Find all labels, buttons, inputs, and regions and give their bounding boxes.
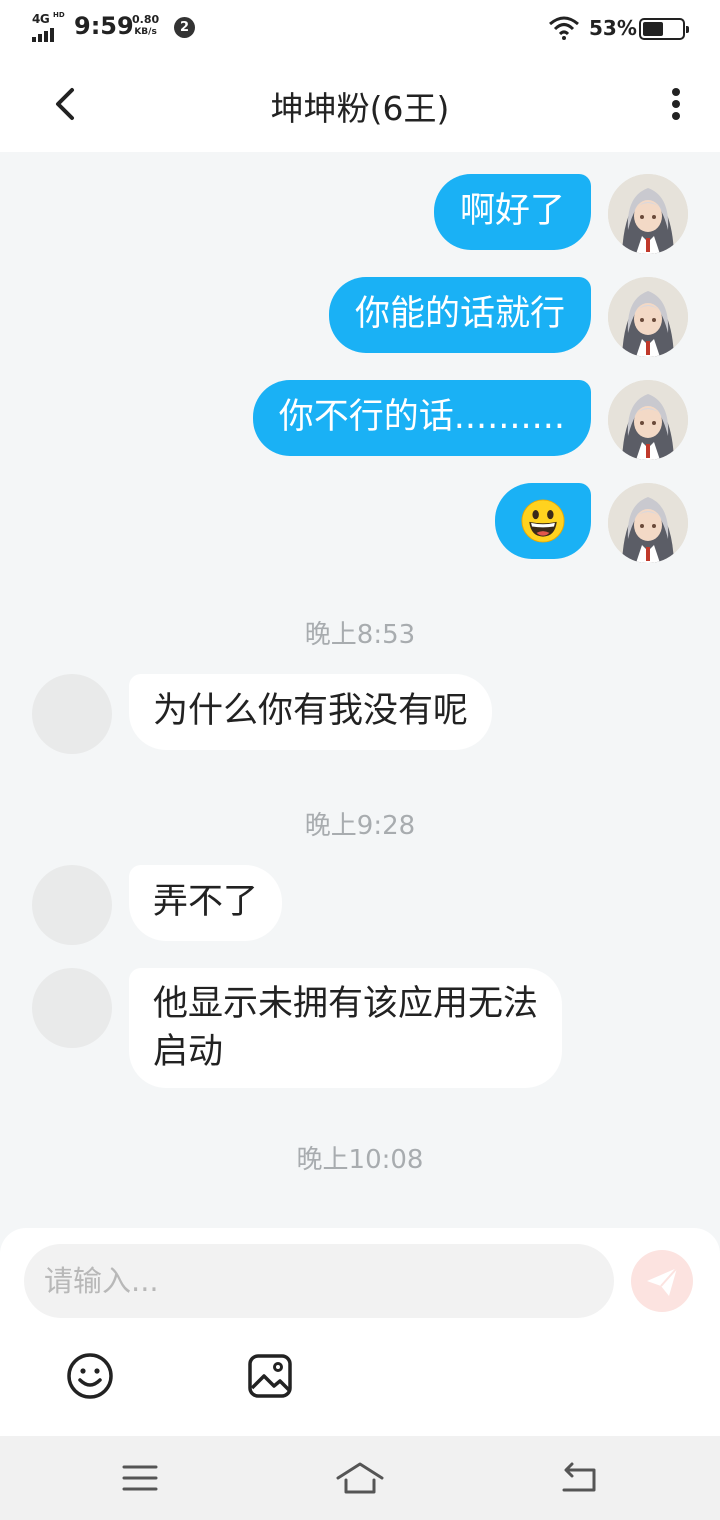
message-text: 你不行的话.......... xyxy=(278,397,565,437)
image-button[interactable] xyxy=(244,1350,296,1402)
smiley-icon xyxy=(67,1353,113,1399)
my-avatar[interactable] xyxy=(608,174,688,254)
status-bar: 4G HD 9:59 0.80 KB/s 2 53% xyxy=(0,0,720,56)
composer-panel xyxy=(0,1228,720,1436)
menu-button[interactable] xyxy=(116,1456,164,1500)
my-avatar[interactable] xyxy=(608,380,688,460)
menu-icon xyxy=(122,1465,158,1491)
network-type: 4G xyxy=(32,12,50,26)
message-timestamp: 晚上8:53 xyxy=(304,620,416,650)
wifi-icon xyxy=(549,16,579,40)
incoming-message-bubble[interactable]: 为什么你有我没有呢 xyxy=(129,674,493,750)
message-input[interactable] xyxy=(24,1244,614,1318)
send-icon xyxy=(647,1267,678,1296)
home-button[interactable] xyxy=(336,1456,384,1500)
battery-icon xyxy=(639,18,689,40)
avatar-illustration xyxy=(608,380,688,460)
outgoing-message-bubble[interactable]: 啊好了 xyxy=(433,174,591,250)
return-icon xyxy=(562,1462,596,1492)
network-hd-badge: HD xyxy=(53,11,65,19)
system-navigation-bar xyxy=(0,1436,720,1520)
notification-count-badge: 2 xyxy=(174,17,195,38)
message-text: 为什么你有我没有呢 xyxy=(153,691,469,731)
message-text-line: 他显示未拥有该应用无法 xyxy=(153,984,539,1024)
home-icon xyxy=(336,1462,384,1494)
outgoing-message-bubble[interactable]: 你能的话就行 xyxy=(328,277,591,353)
back-nav-button[interactable] xyxy=(556,1456,604,1500)
incoming-message-bubble[interactable]: 他显示未拥有该应用无法 启动 xyxy=(129,968,563,1088)
message-text: 弄不了 xyxy=(153,882,259,922)
my-avatar[interactable] xyxy=(608,277,688,357)
avatar-illustration xyxy=(608,483,688,563)
outgoing-message-bubble[interactable]: 你不行的话.......... xyxy=(252,380,591,456)
avatar-illustration xyxy=(608,277,688,357)
chat-header: 坤坤粉(6王) xyxy=(0,56,720,152)
network-speed-unit: KB/s xyxy=(134,27,157,37)
message-text: 你能的话就行 xyxy=(354,294,565,334)
incoming-message-bubble[interactable]: 弄不了 xyxy=(129,865,283,941)
avatar-illustration xyxy=(608,174,688,254)
message-timestamp: 晚上9:28 xyxy=(304,811,416,841)
network-speed-value: 0.80 xyxy=(132,13,160,26)
clock: 9:59 xyxy=(74,12,134,40)
message-text-line: 启动 xyxy=(153,1032,224,1072)
chat-title: 坤坤粉(6王) xyxy=(270,89,450,128)
battery-level xyxy=(643,22,664,36)
outgoing-emoji-bubble[interactable] xyxy=(495,483,591,559)
contact-avatar[interactable] xyxy=(32,674,112,754)
contact-avatar[interactable] xyxy=(32,865,112,945)
back-button[interactable] xyxy=(40,78,92,130)
my-avatar[interactable] xyxy=(608,483,688,563)
cellular-signal-icon: 4G HD xyxy=(32,11,66,42)
emoji-button[interactable] xyxy=(64,1350,116,1402)
image-icon xyxy=(248,1354,292,1398)
grinning-face-emoji-icon xyxy=(521,499,565,543)
chevron-left-icon xyxy=(56,88,74,120)
send-button[interactable] xyxy=(631,1250,693,1312)
battery-percent: 53% xyxy=(589,16,637,40)
message-text: 啊好了 xyxy=(459,191,565,231)
more-options-button[interactable] xyxy=(656,78,696,130)
message-timestamp: 晚上10:08 xyxy=(296,1145,424,1175)
contact-avatar[interactable] xyxy=(32,968,112,1048)
network-speed: 0.80 KB/s xyxy=(132,14,159,38)
